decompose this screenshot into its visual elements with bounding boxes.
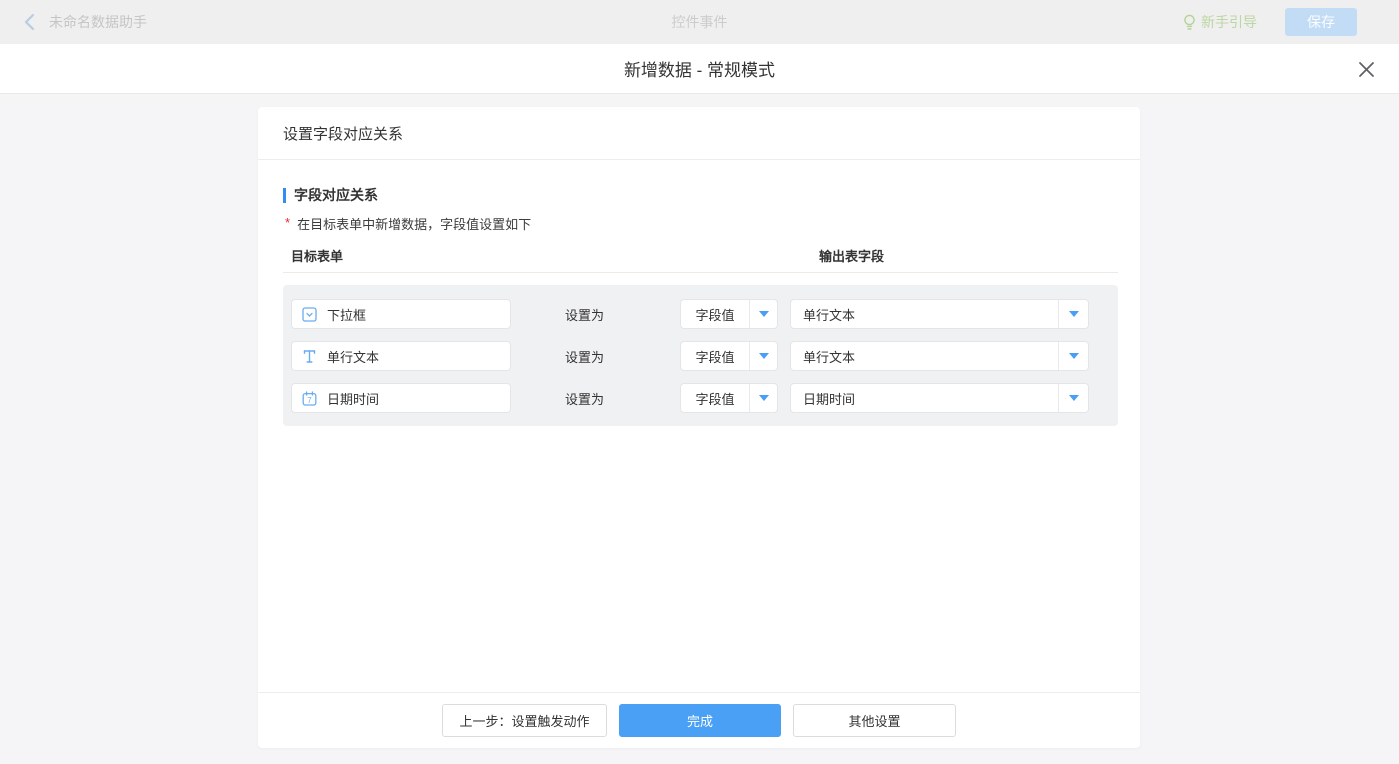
modal-body: 设置字段对应关系 字段对应关系 * 在目标表单中新增数据，字段值设置如下 目标表… [0, 107, 1399, 764]
guide-label: 新手引导 [1201, 12, 1257, 32]
set-as-label: 设置为 [565, 347, 617, 366]
calendar-icon: 7 [301, 390, 317, 406]
target-field-value: 日期时间 [791, 384, 1058, 412]
chevron-down-icon [749, 300, 777, 328]
beginner-guide-link[interactable]: 新手引导 [1183, 12, 1257, 32]
card-header: 设置字段对应关系 [258, 107, 1140, 160]
source-field-text[interactable]: 单行文本 [291, 341, 511, 371]
chevron-down-icon [1058, 300, 1088, 328]
target-field-select[interactable]: 日期时间 [790, 383, 1089, 413]
required-asterisk: * [285, 215, 290, 230]
value-type-select[interactable]: 字段值 [680, 383, 778, 413]
column-headers: 目标表单 输出表字段 [283, 246, 1118, 263]
app-topbar: 未命名数据助手 控件事件 新手引导 保存 [0, 0, 1399, 44]
column-header-target: 输出表字段 [819, 246, 884, 265]
value-type-value: 字段值 [681, 384, 749, 412]
chevron-down-icon [1058, 342, 1088, 370]
lightbulb-icon [1183, 14, 1196, 31]
set-as-label: 设置为 [565, 389, 617, 408]
section-accent-bar [283, 188, 286, 203]
chevron-down-icon [749, 384, 777, 412]
save-button[interactable]: 保存 [1285, 8, 1357, 36]
column-header-source: 目标表单 [291, 246, 343, 265]
chevron-down-icon [1058, 384, 1088, 412]
other-settings-button[interactable]: 其他设置 [793, 704, 956, 737]
section-label: 字段对应关系 [294, 185, 378, 205]
close-icon[interactable] [1355, 58, 1377, 80]
mapping-row: 7 日期时间 设置为 字段值 日期时间 [291, 383, 1110, 413]
card-body: 字段对应关系 * 在目标表单中新增数据，字段值设置如下 目标表单 输出表字段 [258, 160, 1140, 692]
target-field-value: 单行文本 [791, 300, 1058, 328]
target-field-value: 单行文本 [791, 342, 1058, 370]
header-divider [283, 272, 1118, 273]
card-footer: 上一步：设置触发动作 完成 其他设置 [258, 692, 1140, 748]
modal-header: 新增数据 - 常规模式 [0, 44, 1399, 94]
mapping-panel: 下拉框 设置为 字段值 单行文本 [283, 285, 1118, 426]
set-as-label: 设置为 [565, 305, 617, 324]
source-field-datetime[interactable]: 7 日期时间 [291, 383, 511, 413]
back-chevron-icon[interactable] [24, 13, 35, 31]
value-type-select[interactable]: 字段值 [680, 299, 778, 329]
prev-step-button[interactable]: 上一步：设置触发动作 [442, 704, 607, 737]
text-field-icon [301, 348, 317, 364]
section-title: 字段对应关系 [283, 187, 1118, 203]
dropdown-field-icon [301, 306, 317, 322]
modal-title: 新增数据 - 常规模式 [624, 56, 775, 81]
finish-button[interactable]: 完成 [619, 704, 781, 737]
assistant-title: 未命名数据助手 [49, 12, 147, 32]
chevron-down-icon [749, 342, 777, 370]
settings-card: 设置字段对应关系 字段对应关系 * 在目标表单中新增数据，字段值设置如下 目标表… [258, 107, 1140, 748]
calendar-digit: 7 [307, 396, 312, 405]
source-field-label: 日期时间 [327, 389, 379, 408]
value-type-select[interactable]: 字段值 [680, 341, 778, 371]
value-type-value: 字段值 [681, 342, 749, 370]
value-type-value: 字段值 [681, 300, 749, 328]
source-field-label: 下拉框 [327, 305, 366, 324]
note-text: 在目标表单中新增数据，字段值设置如下 [297, 214, 531, 233]
target-field-select[interactable]: 单行文本 [790, 299, 1089, 329]
source-field-label: 单行文本 [327, 347, 379, 366]
source-field-dropdown[interactable]: 下拉框 [291, 299, 511, 329]
mapping-row: 下拉框 设置为 字段值 单行文本 [291, 299, 1110, 329]
mapping-note: * 在目标表单中新增数据，字段值设置如下 [283, 214, 1118, 231]
target-field-select[interactable]: 单行文本 [790, 341, 1089, 371]
mapping-row: 单行文本 设置为 字段值 单行文本 [291, 341, 1110, 371]
